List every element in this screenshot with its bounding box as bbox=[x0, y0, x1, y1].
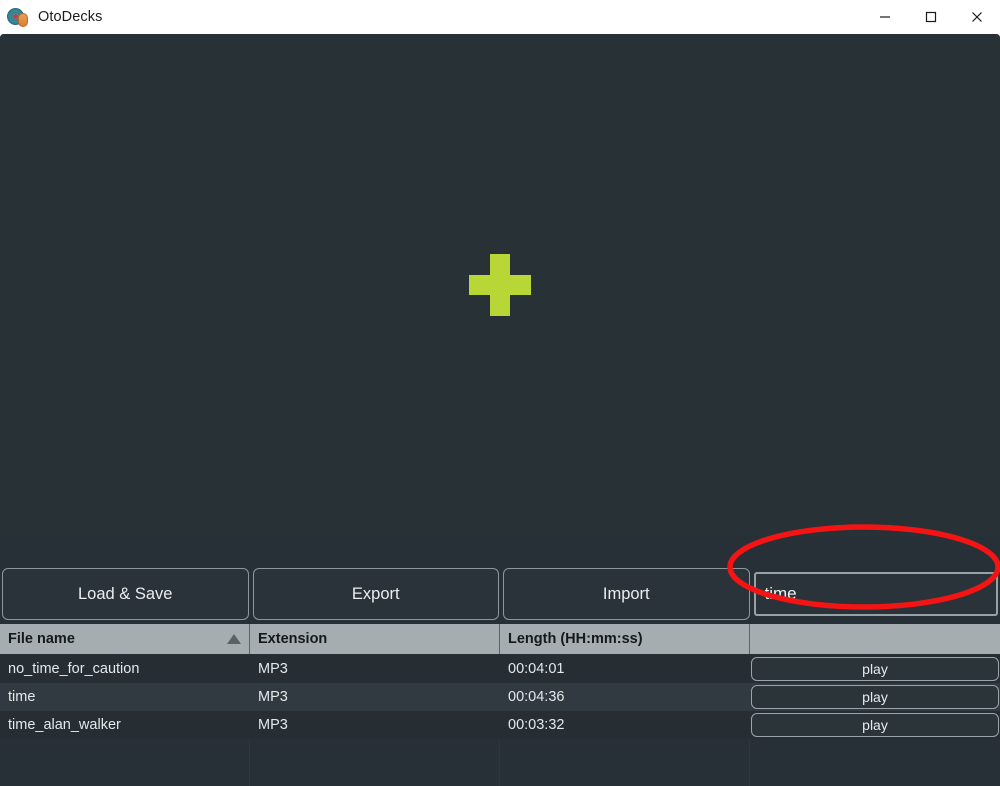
search-cell bbox=[753, 568, 998, 620]
cell-length: 00:04:36 bbox=[508, 689, 565, 705]
search-input[interactable] bbox=[753, 572, 998, 616]
title-bar: OtoDecks bbox=[0, 0, 1000, 34]
close-button[interactable] bbox=[954, 0, 1000, 34]
play-button[interactable]: play bbox=[751, 685, 999, 709]
maximize-icon bbox=[925, 11, 937, 23]
table-row[interactable]: no_time_for_caution MP3 00:04:01 play bbox=[0, 655, 1000, 683]
column-header-label: Extension bbox=[258, 631, 328, 647]
window-title: OtoDecks bbox=[38, 9, 103, 25]
cell-file-name: time bbox=[8, 689, 36, 705]
deck-drop-area[interactable] bbox=[0, 34, 1000, 536]
main-panel: Load & Save Export Import File name Exte… bbox=[0, 34, 1000, 786]
vinyl-record-icon bbox=[7, 6, 29, 28]
close-icon bbox=[972, 12, 982, 22]
table-header-row: File name Extension Length (HH:mm:ss) bbox=[0, 624, 1000, 655]
play-button[interactable]: play bbox=[751, 713, 999, 737]
cell-file-name: no_time_for_caution bbox=[8, 661, 140, 677]
column-header-length[interactable]: Length (HH:mm:ss) bbox=[500, 624, 750, 654]
cell-length: 00:03:32 bbox=[508, 717, 565, 733]
window-controls bbox=[862, 0, 1000, 34]
plus-icon[interactable] bbox=[469, 254, 531, 316]
play-button[interactable]: play bbox=[751, 657, 999, 681]
export-button[interactable]: Export bbox=[252, 568, 499, 620]
table-row[interactable]: time_alan_walker MP3 00:03:32 play bbox=[0, 711, 1000, 739]
maximize-button[interactable] bbox=[908, 0, 954, 34]
column-header-extension[interactable]: Extension bbox=[250, 624, 500, 654]
column-header-label: Length (HH:mm:ss) bbox=[508, 631, 643, 647]
sort-ascending-icon bbox=[227, 634, 241, 644]
cell-file-name: time_alan_walker bbox=[8, 717, 121, 733]
cell-actions: play bbox=[750, 657, 1000, 681]
import-button[interactable]: Import bbox=[503, 568, 750, 620]
track-table: File name Extension Length (HH:mm:ss) no… bbox=[0, 624, 1000, 786]
minimize-button[interactable] bbox=[862, 0, 908, 34]
application-window: OtoDecks Load & Save Export Import time … bbox=[0, 0, 1000, 786]
minimize-icon bbox=[880, 16, 890, 18]
load-save-button[interactable]: Load & Save bbox=[2, 568, 249, 620]
cell-extension: MP3 bbox=[258, 661, 288, 677]
cell-actions: play bbox=[750, 685, 1000, 709]
toolbar: Load & Save Export Import bbox=[0, 536, 1000, 624]
column-header-label: File name bbox=[8, 631, 75, 647]
table-row[interactable]: time MP3 00:04:36 play bbox=[0, 683, 1000, 711]
column-header-actions[interactable] bbox=[750, 624, 1000, 654]
cell-extension: MP3 bbox=[258, 717, 288, 733]
column-header-file-name[interactable]: File name bbox=[0, 624, 250, 654]
table-body: no_time_for_caution MP3 00:04:01 play ti… bbox=[0, 655, 1000, 786]
cell-length: 00:04:01 bbox=[508, 661, 565, 677]
cell-extension: MP3 bbox=[258, 689, 288, 705]
cell-actions: play bbox=[750, 713, 1000, 737]
